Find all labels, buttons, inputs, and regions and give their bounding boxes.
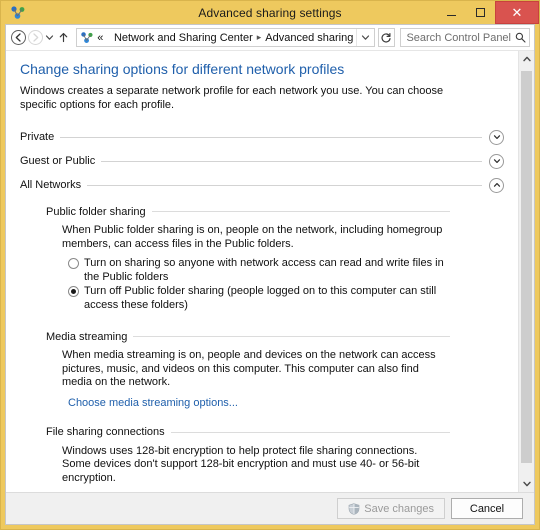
subsection-header: Public folder sharing bbox=[46, 203, 504, 220]
cancel-label: Cancel bbox=[469, 502, 505, 515]
subsection-description: When Public folder sharing is on, people… bbox=[62, 224, 443, 250]
radio-label: Turn on sharing so anyone with network a… bbox=[84, 257, 444, 283]
footer-button-bar: Save changes Cancel bbox=[6, 492, 534, 524]
scroll-up-arrow-icon[interactable] bbox=[519, 51, 534, 67]
page-title: Change sharing options for different net… bbox=[20, 61, 345, 77]
save-changes-button[interactable]: Save changes bbox=[337, 498, 445, 519]
radio-indicator-selected bbox=[68, 286, 79, 297]
uac-shield-icon bbox=[348, 502, 360, 515]
breadcrumb-separator-1: ▸ bbox=[256, 32, 262, 42]
breadcrumb-separator-0 bbox=[107, 33, 110, 43]
address-chevron-down-icon[interactable] bbox=[355, 29, 374, 46]
window-controls: ✕ bbox=[437, 1, 539, 24]
subsection-title-media-streaming: Media streaming bbox=[46, 330, 128, 343]
maximize-button[interactable] bbox=[466, 1, 495, 24]
subsection-header: Media streaming bbox=[46, 328, 504, 345]
navigation-bar: « Network and Sharing Center ▸ Advanced … bbox=[6, 25, 534, 50]
network-sharing-icon bbox=[10, 5, 26, 20]
subsection-media-streaming: Media streaming When media streaming is … bbox=[46, 328, 504, 409]
subsection-description: Windows uses 128-bit encryption to help … bbox=[62, 444, 420, 484]
radio-option-turn-off-public-folder-sharing[interactable]: Turn off Public folder sharing (people l… bbox=[68, 285, 504, 312]
search-placeholder: Search Control Panel bbox=[406, 31, 511, 44]
subsection-header: File sharing connections bbox=[46, 424, 504, 441]
profile-section-guest-or-public[interactable]: Guest or Public bbox=[20, 149, 504, 173]
subsection-public-folder-sharing: Public folder sharing When Public folder… bbox=[46, 203, 504, 312]
window-advanced-sharing-settings: Advanced sharing settings ✕ « Network an… bbox=[0, 0, 540, 530]
profile-rule bbox=[87, 184, 482, 186]
address-bar[interactable]: « Network and Sharing Center ▸ Advanced … bbox=[76, 28, 375, 47]
scrollbar-track[interactable] bbox=[519, 67, 534, 476]
profile-label-private: Private bbox=[20, 131, 55, 143]
close-icon[interactable]: ✕ bbox=[495, 1, 539, 24]
breadcrumb-item-0[interactable]: Network and Sharing Center bbox=[114, 32, 253, 44]
profile-section-all-networks[interactable]: All Networks bbox=[20, 173, 504, 197]
chevron-down-icon[interactable] bbox=[489, 129, 504, 145]
scrollbar-thumb[interactable] bbox=[521, 71, 532, 463]
profile-rule bbox=[60, 136, 482, 138]
choose-media-streaming-options-link[interactable]: Choose media streaming options... bbox=[68, 397, 238, 409]
cancel-button[interactable]: Cancel bbox=[451, 498, 523, 519]
subsection-rule bbox=[133, 336, 450, 337]
client-area: « Network and Sharing Center ▸ Advanced … bbox=[5, 24, 535, 525]
page-intro: Windows creates a separate network profi… bbox=[20, 85, 444, 111]
minimize-button[interactable] bbox=[437, 1, 466, 24]
save-changes-label: Save changes bbox=[364, 502, 434, 515]
profile-rule bbox=[101, 160, 482, 162]
subsection-description: When media streaming is on, people and d… bbox=[62, 349, 436, 388]
scroll-down-arrow-icon[interactable] bbox=[519, 476, 534, 492]
profile-label-guest-or-public: Guest or Public bbox=[20, 155, 96, 167]
radio-group-public-folder-sharing: Turn on sharing so anyone with network a… bbox=[68, 257, 504, 312]
profile-section-private[interactable]: Private bbox=[20, 125, 504, 149]
vertical-scrollbar[interactable] bbox=[518, 51, 534, 492]
subsection-title-file-sharing-connections: File sharing connections bbox=[46, 426, 165, 438]
subsection-title-public-folder-sharing: Public folder sharing bbox=[46, 205, 146, 218]
chevron-down-icon[interactable] bbox=[489, 153, 504, 169]
recent-locations-chevron-down-icon[interactable] bbox=[44, 28, 56, 47]
radio-indicator bbox=[68, 258, 79, 269]
profile-label-all-networks: All Networks bbox=[20, 179, 82, 191]
breadcrumb-item-1[interactable]: Advanced sharing settings bbox=[265, 32, 355, 44]
subsection-file-sharing-connections: File sharing connections Windows uses 12… bbox=[46, 424, 504, 492]
subsection-rule bbox=[170, 431, 450, 433]
settings-content: Change sharing options for different net… bbox=[6, 51, 518, 492]
chevron-up-icon[interactable] bbox=[489, 177, 504, 193]
subsection-rule bbox=[151, 211, 450, 212]
body-wrapper: Change sharing options for different net… bbox=[6, 50, 534, 492]
search-icon bbox=[511, 32, 529, 43]
refresh-icon[interactable] bbox=[377, 28, 396, 47]
breadcrumb: « Network and Sharing Center ▸ Advanced … bbox=[97, 32, 355, 44]
title-bar[interactable]: Advanced sharing settings ✕ bbox=[1, 1, 539, 24]
back-icon[interactable] bbox=[10, 28, 27, 47]
radio-label: Turn off Public folder sharing (people l… bbox=[84, 285, 437, 311]
search-input[interactable]: Search Control Panel bbox=[400, 28, 530, 47]
address-network-sharing-icon bbox=[80, 31, 94, 44]
radio-option-turn-on-public-folder-sharing[interactable]: Turn on sharing so anyone with network a… bbox=[68, 257, 504, 284]
forward-icon bbox=[27, 28, 44, 47]
breadcrumb-leading: « bbox=[97, 31, 104, 44]
up-arrow-icon[interactable] bbox=[56, 28, 73, 47]
